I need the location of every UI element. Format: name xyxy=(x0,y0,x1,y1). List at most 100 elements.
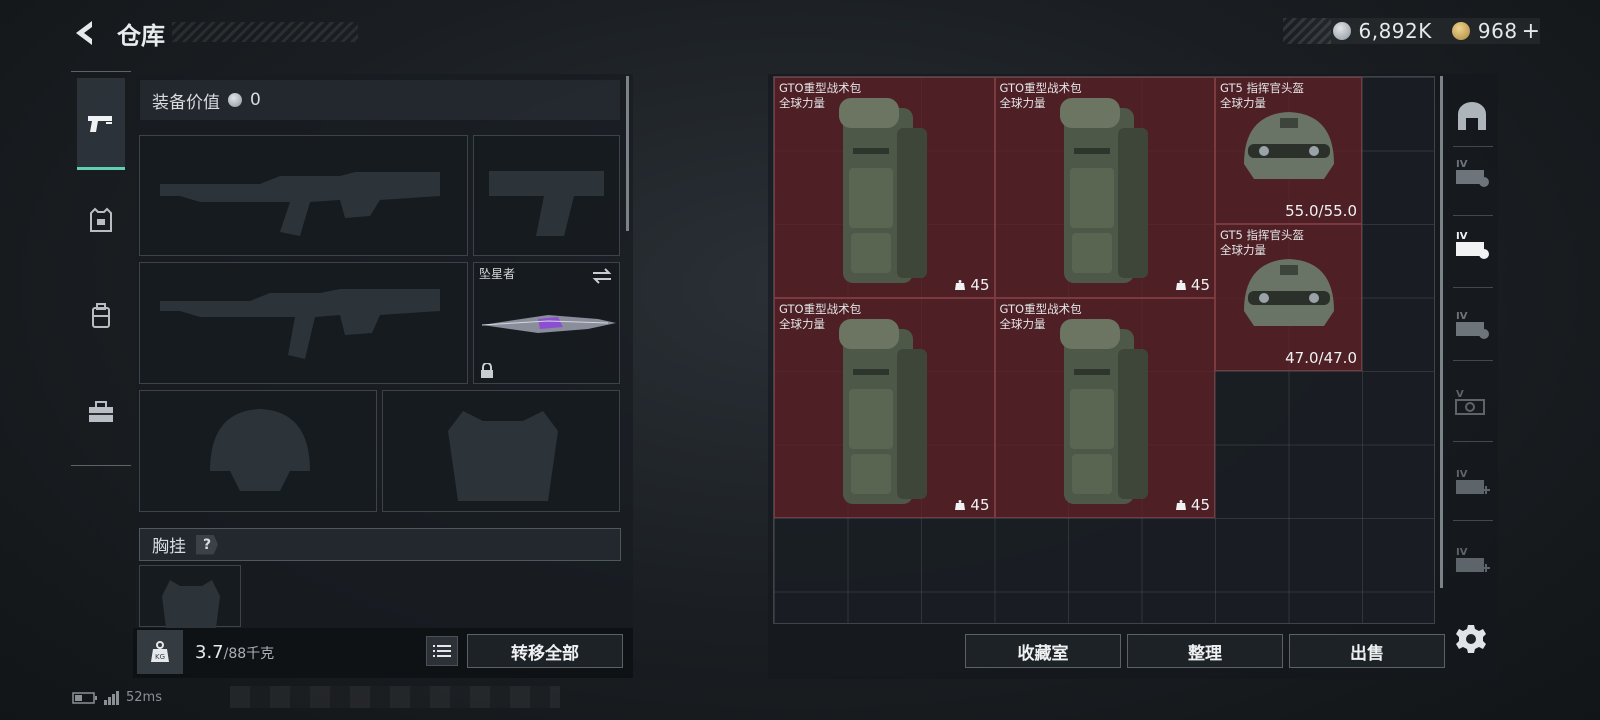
stash-item[interactable]: GTO重型战术包 全球力量 45 xyxy=(774,297,995,518)
transfer-all-button[interactable]: 转移全部 xyxy=(467,634,623,668)
nav-weapons[interactable] xyxy=(77,78,125,170)
helmet-silhouette-icon xyxy=(210,409,310,491)
armor-slot[interactable] xyxy=(382,390,620,512)
signal-icon xyxy=(104,690,119,705)
capacity-icon xyxy=(1175,500,1186,510)
stash-item[interactable]: GT5 指挥官头盔 全球力量 55.0/55.0 xyxy=(1215,77,1362,224)
chest-rig-silhouette-icon xyxy=(162,580,220,628)
left-scrollbar[interactable] xyxy=(626,76,629,231)
battery-icon xyxy=(72,691,97,704)
weight-readout: 3.7/88千克 xyxy=(195,642,274,663)
item-value: 45 xyxy=(954,496,990,514)
item-durability: 55.0/55.0 xyxy=(1285,202,1357,220)
back-arrow-icon[interactable] xyxy=(70,18,100,48)
chest-rig-slot[interactable] xyxy=(139,565,241,628)
secondary-weapon-slot[interactable] xyxy=(139,262,468,384)
stash-tab-6[interactable]: IV xyxy=(1450,536,1494,586)
pistol-silhouette-icon xyxy=(489,171,604,236)
tab-divider xyxy=(1453,441,1493,442)
chest-rig-header: 胸挂 ? xyxy=(139,528,621,561)
stash-tab-5[interactable]: IV xyxy=(1450,458,1494,508)
item-value: 45 xyxy=(1175,276,1210,294)
equipment-value-label: 装备价值 xyxy=(152,92,220,113)
rifle-silhouette-icon xyxy=(160,172,440,236)
stash-tab-2[interactable]: IV xyxy=(1450,220,1494,270)
weight-indicator: KG xyxy=(137,630,183,674)
device-status: 52ms xyxy=(72,690,162,705)
backpack-icon xyxy=(1059,98,1148,283)
tab-tier: V xyxy=(1456,389,1464,400)
collection-room-button[interactable]: 收藏室 xyxy=(965,634,1121,668)
sidearm-slot[interactable] xyxy=(473,135,620,256)
helmet-icon xyxy=(1244,259,1334,326)
backpack-icon xyxy=(839,98,927,283)
page-title: 仓库 xyxy=(117,22,165,50)
item-value-text: 45 xyxy=(1190,275,1210,294)
melee-slot[interactable]: 坠星者 xyxy=(473,262,620,384)
item-name: GT5 指挥官头盔 xyxy=(1220,81,1304,95)
stash-item[interactable]: GTO重型战术包 全球力量 45 xyxy=(994,297,1215,518)
item-name: GT5 指挥官头盔 xyxy=(1220,228,1304,242)
stash-tab-main[interactable] xyxy=(1450,92,1494,142)
obscured-info xyxy=(230,686,560,708)
capacity-icon xyxy=(955,500,966,510)
backpack-icon xyxy=(1059,318,1148,504)
pistol-icon xyxy=(88,115,112,132)
weight-icon: KG xyxy=(151,641,169,662)
nav-backpack[interactable] xyxy=(77,270,125,362)
stash-item[interactable]: GTO重型战术包 全球力量 45 xyxy=(774,77,995,298)
currency-decoration xyxy=(1282,18,1331,44)
swap-icon[interactable] xyxy=(591,267,613,285)
vest-silhouette-icon xyxy=(448,411,558,501)
folder-tab-icon: IV xyxy=(1456,311,1489,339)
list-view-button[interactable] xyxy=(426,636,458,666)
capacity-icon xyxy=(955,279,966,290)
folder-tab-icon: IV xyxy=(1456,469,1490,494)
melee-name: 坠星者 xyxy=(479,267,516,281)
item-tag: 全球力量 xyxy=(779,96,825,110)
item-durability: 47.0/47.0 xyxy=(1285,349,1357,367)
toolbox-icon xyxy=(89,401,113,422)
stash-item[interactable]: GT5 指挥官头盔 全球力量 47.0/47.0 xyxy=(1215,224,1362,371)
help-button[interactable]: ? xyxy=(196,534,218,555)
stash-grid[interactable]: GTO重型战术包 全球力量 45 GTO重型战术包 全球力量 45 GT5 指挥… xyxy=(773,76,1435,624)
silver-coin-icon xyxy=(228,93,242,107)
gear-icon[interactable] xyxy=(1455,623,1487,655)
tab-divider xyxy=(1453,215,1493,216)
backpack-icon xyxy=(839,318,927,504)
capacity-icon xyxy=(1175,279,1186,290)
currency-bar: 6,892K 968 + xyxy=(1282,18,1540,44)
folder-tab-icon: IV xyxy=(1456,547,1490,572)
folder-tab-icon: IV xyxy=(1456,231,1489,259)
stash-tab-1[interactable]: IV xyxy=(1450,148,1494,198)
nav-armor[interactable] xyxy=(77,174,125,266)
vest-icon xyxy=(90,207,112,232)
equipment-value-header: 装备价值 0 xyxy=(140,80,620,120)
stash-tab-3[interactable]: IV xyxy=(1450,300,1494,350)
helmet-icon xyxy=(1244,112,1334,179)
weight-current: 3.7 xyxy=(195,642,224,663)
safe-icon xyxy=(1458,102,1486,130)
item-value: 45 xyxy=(1175,496,1210,514)
folder-tab-icon: IV xyxy=(1456,159,1489,187)
gold-coin-icon xyxy=(1451,22,1470,40)
chest-rig-label: 胸挂 xyxy=(152,537,186,557)
nav-toolbox[interactable] xyxy=(77,366,125,458)
stash-scrollbar[interactable] xyxy=(1440,76,1443,588)
backpack-icon xyxy=(92,303,110,328)
ping-readout: 52ms xyxy=(126,690,162,705)
tab-tier: IV xyxy=(1456,547,1468,558)
stash-tab-4[interactable]: V xyxy=(1450,378,1494,428)
stash-item[interactable]: GTO重型战术包 全球力量 45 xyxy=(994,77,1215,298)
list-icon xyxy=(433,645,451,657)
tab-tier: IV xyxy=(1456,311,1468,322)
sell-button[interactable]: 出售 xyxy=(1289,634,1445,668)
equipment-value: 0 xyxy=(250,90,261,110)
primary-weapon-slot[interactable] xyxy=(139,135,468,256)
helmet-slot[interactable] xyxy=(139,390,377,512)
organize-button[interactable]: 整理 xyxy=(1127,634,1283,668)
add-currency-button[interactable]: + xyxy=(1522,19,1540,44)
item-value-text: 45 xyxy=(970,275,990,294)
tab-divider xyxy=(1453,520,1493,521)
folder-tab-icon: V xyxy=(1455,389,1485,415)
